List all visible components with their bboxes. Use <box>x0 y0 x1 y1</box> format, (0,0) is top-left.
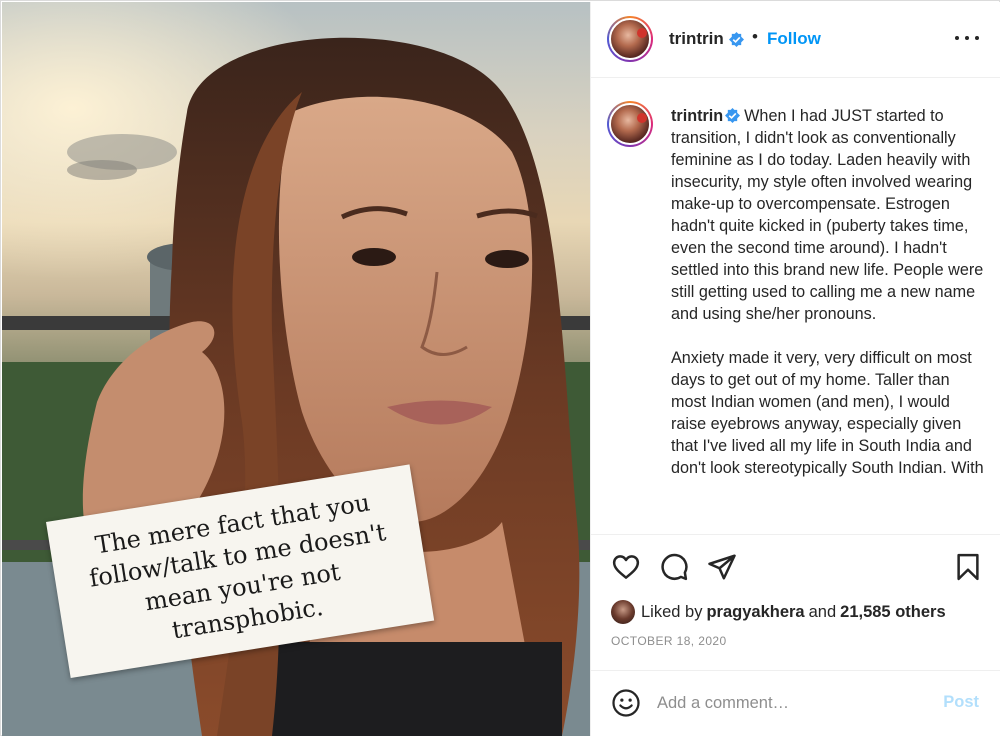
post-date[interactable]: OCTOBER 18, 2020 <box>611 634 727 648</box>
paper-plane-icon[interactable] <box>707 552 737 582</box>
liker-username[interactable]: pragyakhera <box>706 603 804 622</box>
caption-username[interactable]: trintrin <box>671 107 723 125</box>
verified-badge-icon <box>729 32 744 47</box>
caption-area[interactable]: trintrin When I had JUST started to trans… <box>591 79 1000 534</box>
verified-badge-icon <box>725 108 741 123</box>
username-link[interactable]: trintrin <box>669 29 724 49</box>
instagram-post-embed: The mere fact that you follow/talk to me… <box>0 0 1000 736</box>
action-bar <box>591 534 1000 594</box>
likes-others-count[interactable]: 21,585 others <box>840 603 945 622</box>
likes-summary: Liked by pragyakhera and 21,585 others <box>611 599 950 625</box>
post-comment-button[interactable]: Post <box>943 693 979 712</box>
caption-paragraph-1: When I had JUST started to transition, I… <box>671 107 984 323</box>
post-photo[interactable]: The mere fact that you follow/talk to me… <box>2 2 590 736</box>
avatar[interactable] <box>607 16 653 62</box>
likes-connector: and <box>808 602 837 621</box>
post-side-panel: trintrin • Follow trintrin When I had JUS… <box>590 2 1000 736</box>
comment-bubble-icon[interactable] <box>659 552 689 582</box>
post-header: trintrin • Follow <box>591 2 1000 78</box>
caption-text: trintrin When I had JUST started to trans… <box>671 105 989 479</box>
comment-bar: Post <box>591 670 1000 736</box>
bookmark-icon[interactable] <box>953 552 983 582</box>
caption-paragraph-2: Anxiety made it very, very difficult on … <box>671 349 984 477</box>
comment-input[interactable] <box>657 689 927 717</box>
separator-dot: • <box>752 27 758 46</box>
smiley-icon[interactable] <box>611 688 641 718</box>
heart-icon[interactable] <box>611 552 641 582</box>
more-options-icon[interactable] <box>955 28 979 48</box>
liker-avatar[interactable] <box>611 600 635 624</box>
liked-by-prefix: Liked by <box>641 602 703 621</box>
follow-button[interactable]: Follow <box>767 29 821 49</box>
caption-avatar[interactable] <box>607 101 653 147</box>
